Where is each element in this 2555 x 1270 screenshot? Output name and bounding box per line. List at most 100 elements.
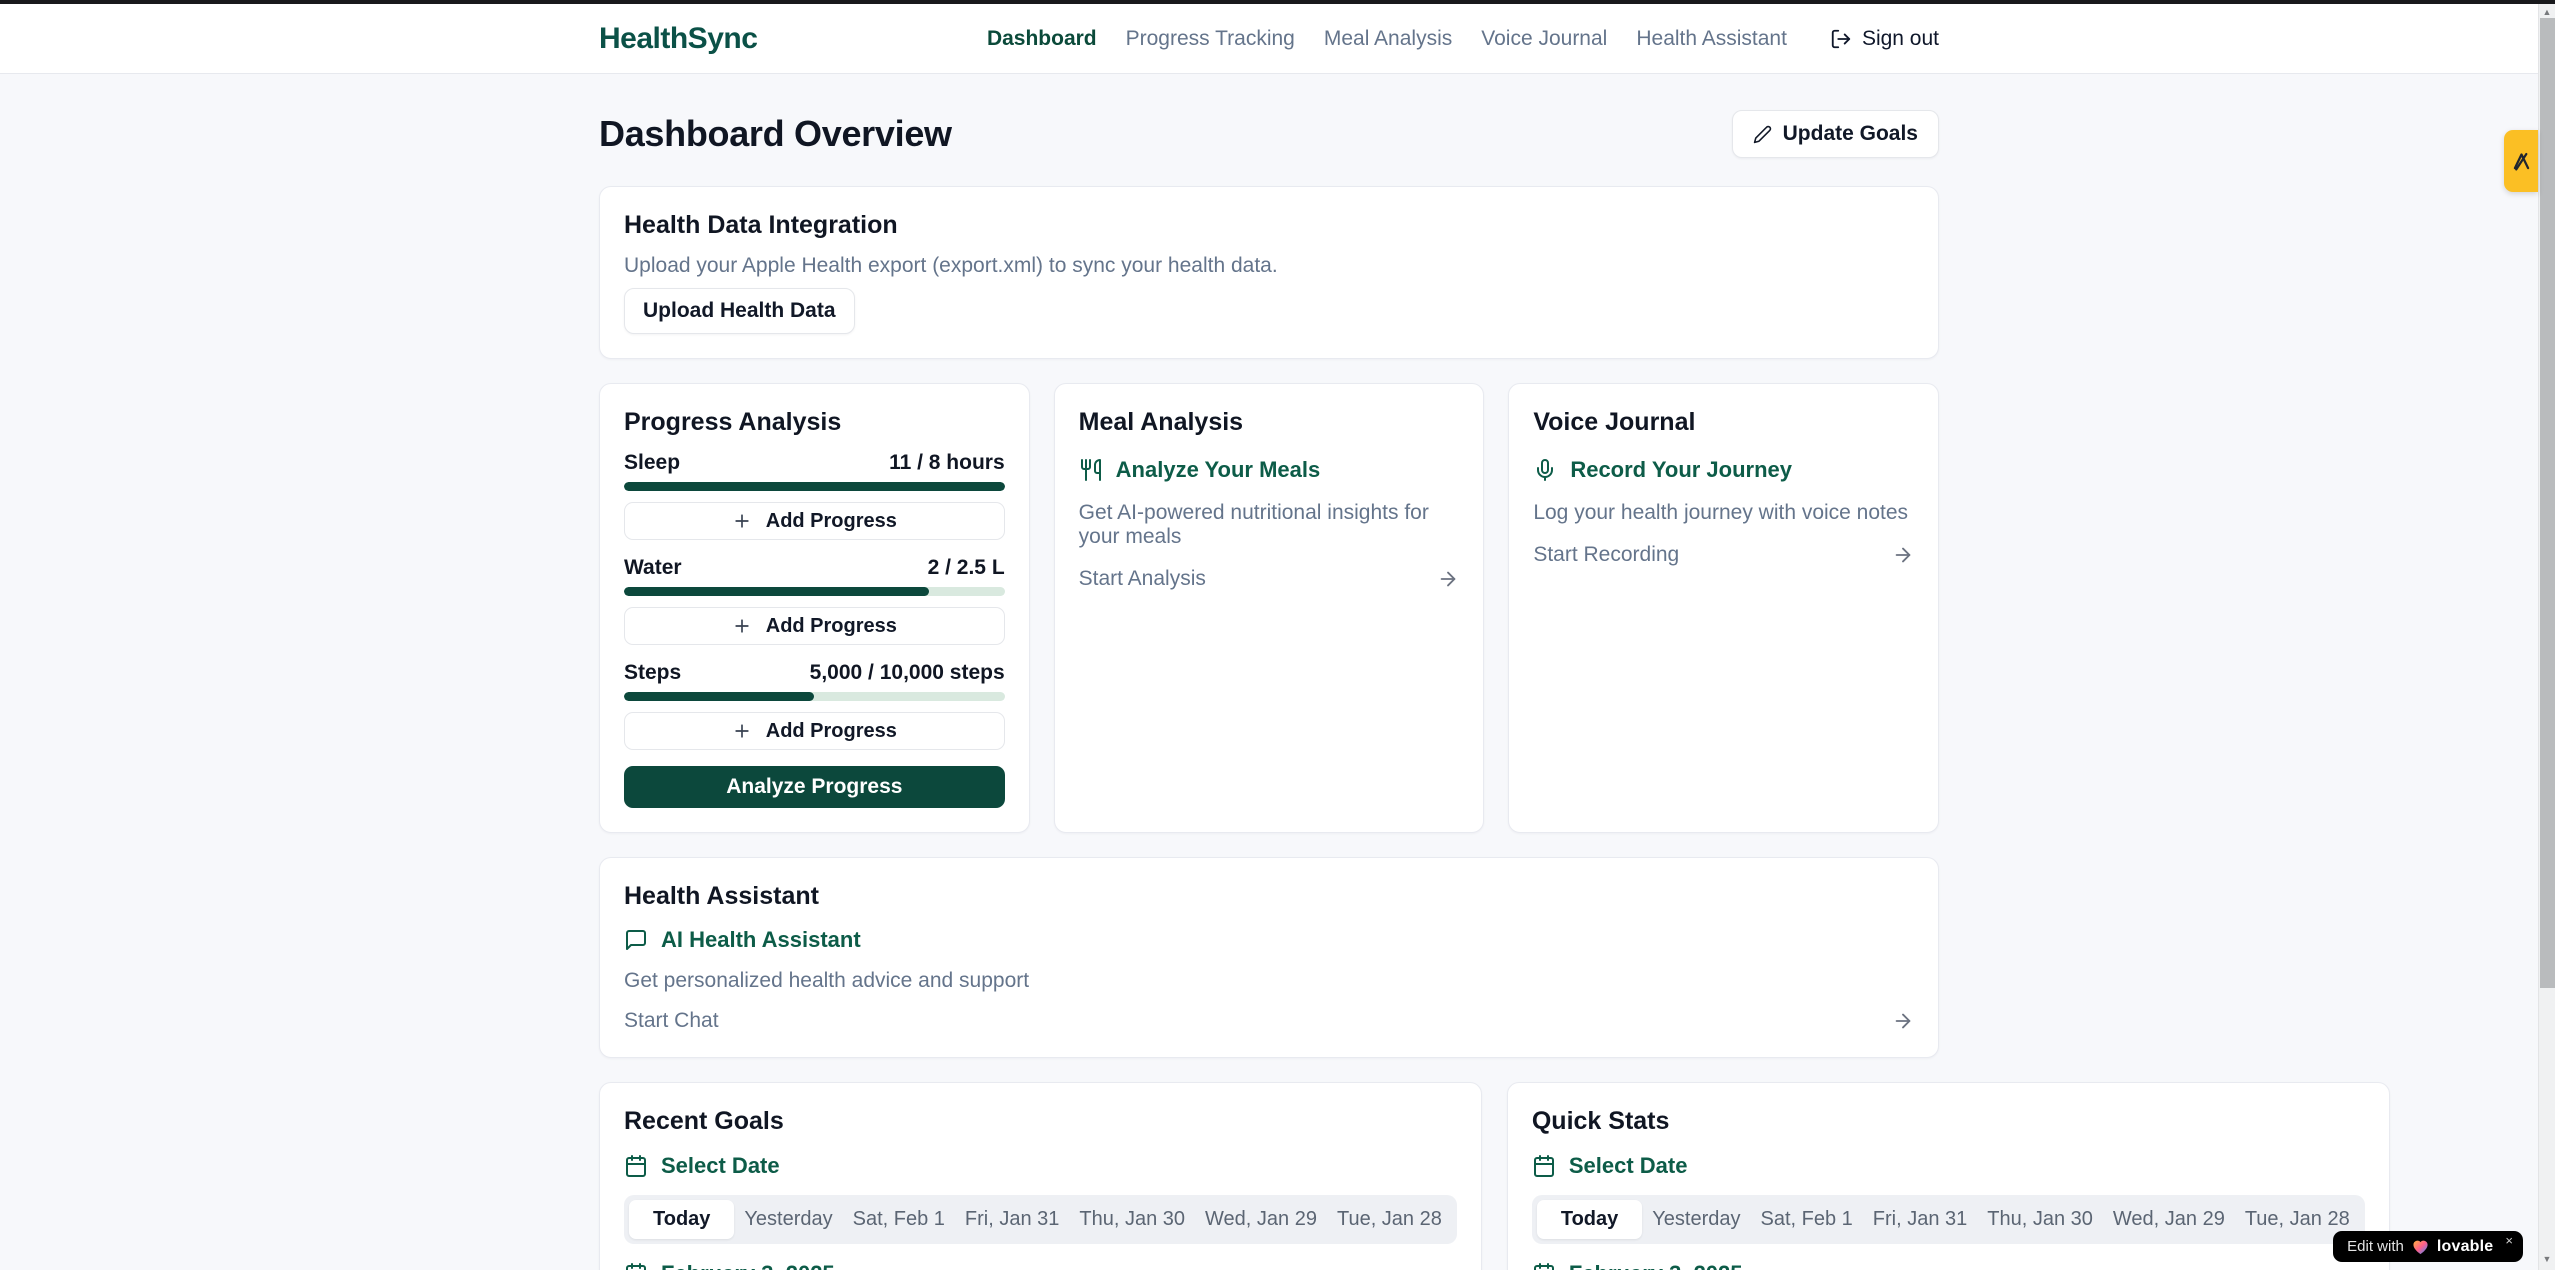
nav-item-health-assistant[interactable]: Health Assistant — [1636, 27, 1787, 51]
utensils-icon — [1079, 458, 1103, 482]
metric-label: Water — [624, 556, 682, 580]
card-title: Recent Goals — [624, 1107, 1457, 1136]
record-your-journey-link[interactable]: Record Your Journey — [1533, 457, 1914, 483]
action-label: Start Chat — [624, 1009, 719, 1033]
plus-icon — [732, 511, 752, 531]
card-title: Meal Analysis — [1079, 408, 1460, 437]
lovable-logo-icon — [2511, 151, 2532, 172]
tab-today[interactable]: Today — [629, 1200, 734, 1239]
voice-journal-card: Voice Journal Record Your Journey Log yo… — [1508, 383, 1939, 833]
metric-value: 2 / 2.5 L — [928, 556, 1005, 580]
app-header: HealthSync Dashboard Progress Tracking M… — [0, 4, 2538, 74]
card-title: Voice Journal — [1533, 408, 1914, 437]
calendar-icon — [624, 1262, 648, 1270]
nav-item-dashboard[interactable]: Dashboard — [987, 27, 1097, 51]
scroll-up-arrow[interactable]: ▲ — [2539, 5, 2555, 19]
edit-with-lovable-badge[interactable]: Edit with lovable × — [2333, 1231, 2523, 1262]
health-data-integration-card: Health Data Integration Upload your Appl… — [599, 186, 1939, 359]
nav-item-meal-analysis[interactable]: Meal Analysis — [1324, 27, 1452, 51]
arrow-right-icon — [1892, 1010, 1914, 1032]
tab-thu-jan-30[interactable]: Thu, Jan 30 — [1069, 1200, 1195, 1239]
page-title: Dashboard Overview — [599, 113, 952, 155]
tab-tue-jan-28[interactable]: Tue, Jan 28 — [1327, 1200, 1452, 1239]
action-label: Start Recording — [1533, 543, 1679, 567]
scrollbar-thumb[interactable] — [2540, 18, 2555, 988]
calendar-icon — [1532, 1154, 1556, 1178]
card-description: Upload your Apple Health export (export.… — [624, 254, 1914, 278]
vertical-scrollbar[interactable]: ▲ ▼ — [2538, 0, 2555, 1270]
card-description: Log your health journey with voice notes — [1533, 501, 1914, 525]
progress-bar — [624, 692, 1005, 701]
tab-sat-feb-1[interactable]: Sat, Feb 1 — [843, 1200, 955, 1239]
calendar-icon — [624, 1154, 648, 1178]
progress-bar-fill — [624, 482, 1005, 491]
tab-wed-jan-29[interactable]: Wed, Jan 29 — [1195, 1200, 1327, 1239]
metric-label: Steps — [624, 661, 681, 685]
select-date-button[interactable]: Select Date — [1532, 1153, 2365, 1179]
action-label: Start Analysis — [1079, 567, 1206, 591]
ai-health-assistant-link[interactable]: AI Health Assistant — [624, 927, 1914, 953]
card-description: Get AI-powered nutritional insights for … — [1079, 501, 1460, 549]
tab-fri-jan-31[interactable]: Fri, Jan 31 — [955, 1200, 1069, 1239]
metric-label: Sleep — [624, 451, 680, 475]
start-analysis-action[interactable]: Start Analysis — [1079, 567, 1460, 591]
plus-icon — [732, 616, 752, 636]
tab-thu-jan-30[interactable]: Thu, Jan 30 — [1977, 1200, 2103, 1239]
main-nav: Dashboard Progress Tracking Meal Analysi… — [987, 27, 1939, 51]
close-icon[interactable]: × — [2505, 1234, 2513, 1247]
start-chat-action[interactable]: Start Chat — [624, 1009, 1914, 1033]
analyze-progress-button[interactable]: Analyze Progress — [624, 766, 1005, 808]
progress-bar-fill — [624, 587, 929, 596]
message-square-icon — [624, 928, 648, 952]
edit-badge-brand: lovable — [2437, 1238, 2494, 1256]
metric-value: 5,000 / 10,000 steps — [810, 661, 1005, 685]
current-date-label: February 3, 2025 — [1532, 1261, 2365, 1270]
card-description: Get personalized health advice and suppo… — [624, 969, 1914, 993]
nav-item-progress-tracking[interactable]: Progress Tracking — [1126, 27, 1295, 51]
metric-value: 11 / 8 hours — [889, 451, 1005, 475]
progress-bar — [624, 482, 1005, 491]
health-assistant-card: Health Assistant AI Health Assistant Get… — [599, 857, 1939, 1058]
edit-badge-prefix: Edit with — [2347, 1238, 2404, 1255]
analyze-your-meals-link[interactable]: Analyze Your Meals — [1079, 457, 1460, 483]
heart-gradient-icon — [2412, 1239, 2429, 1255]
tab-fri-jan-31[interactable]: Fri, Jan 31 — [1863, 1200, 1977, 1239]
tab-yesterday[interactable]: Yesterday — [1642, 1200, 1750, 1239]
log-out-icon — [1830, 28, 1852, 50]
microphone-icon — [1533, 458, 1557, 482]
tab-wed-jan-29[interactable]: Wed, Jan 29 — [2103, 1200, 2235, 1239]
date-tabs: Today Yesterday Sat, Feb 1 Fri, Jan 31 T… — [624, 1195, 1457, 1244]
arrow-right-icon — [1437, 568, 1459, 590]
nav-item-voice-journal[interactable]: Voice Journal — [1481, 27, 1607, 51]
select-date-button[interactable]: Select Date — [624, 1153, 1457, 1179]
current-date-label: February 3, 2025 — [624, 1261, 1457, 1270]
update-goals-button[interactable]: Update Goals — [1732, 110, 1939, 158]
card-title: Health Assistant — [624, 882, 1914, 911]
add-progress-button[interactable]: Add Progress — [624, 712, 1005, 750]
tab-yesterday[interactable]: Yesterday — [734, 1200, 842, 1239]
add-progress-button[interactable]: Add Progress — [624, 607, 1005, 645]
upload-health-data-button[interactable]: Upload Health Data — [624, 288, 855, 334]
window-top-strip — [0, 0, 2555, 4]
pencil-icon — [1753, 125, 1772, 144]
start-recording-action[interactable]: Start Recording — [1533, 543, 1914, 567]
metric-sleep: Sleep 11 / 8 hours Add Progress — [624, 451, 1005, 540]
recent-goals-card: Recent Goals Select Date Today Yesterday… — [599, 1082, 1482, 1270]
progress-bar-fill — [624, 692, 814, 701]
card-title: Progress Analysis — [624, 408, 1005, 437]
arrow-right-icon — [1892, 544, 1914, 566]
app-logo: HealthSync — [599, 22, 757, 56]
tab-sat-feb-1[interactable]: Sat, Feb 1 — [1751, 1200, 1863, 1239]
metric-water: Water 2 / 2.5 L Add Progress — [624, 556, 1005, 645]
sign-out-button[interactable]: Sign out — [1830, 27, 1939, 51]
card-title: Health Data Integration — [624, 211, 1914, 240]
tab-today[interactable]: Today — [1537, 1200, 1642, 1239]
lovable-edge-badge[interactable] — [2504, 130, 2538, 192]
scroll-down-arrow[interactable]: ▼ — [2539, 1252, 2555, 1266]
calendar-icon — [1532, 1262, 1556, 1270]
quick-stats-card: Quick Stats Select Date Today Yesterday … — [1507, 1082, 2390, 1270]
add-progress-button[interactable]: Add Progress — [624, 502, 1005, 540]
plus-icon — [732, 721, 752, 741]
metric-steps: Steps 5,000 / 10,000 steps Add Progress — [624, 661, 1005, 750]
meal-analysis-card: Meal Analysis Analyze Your Meals Get AI-… — [1054, 383, 1485, 833]
